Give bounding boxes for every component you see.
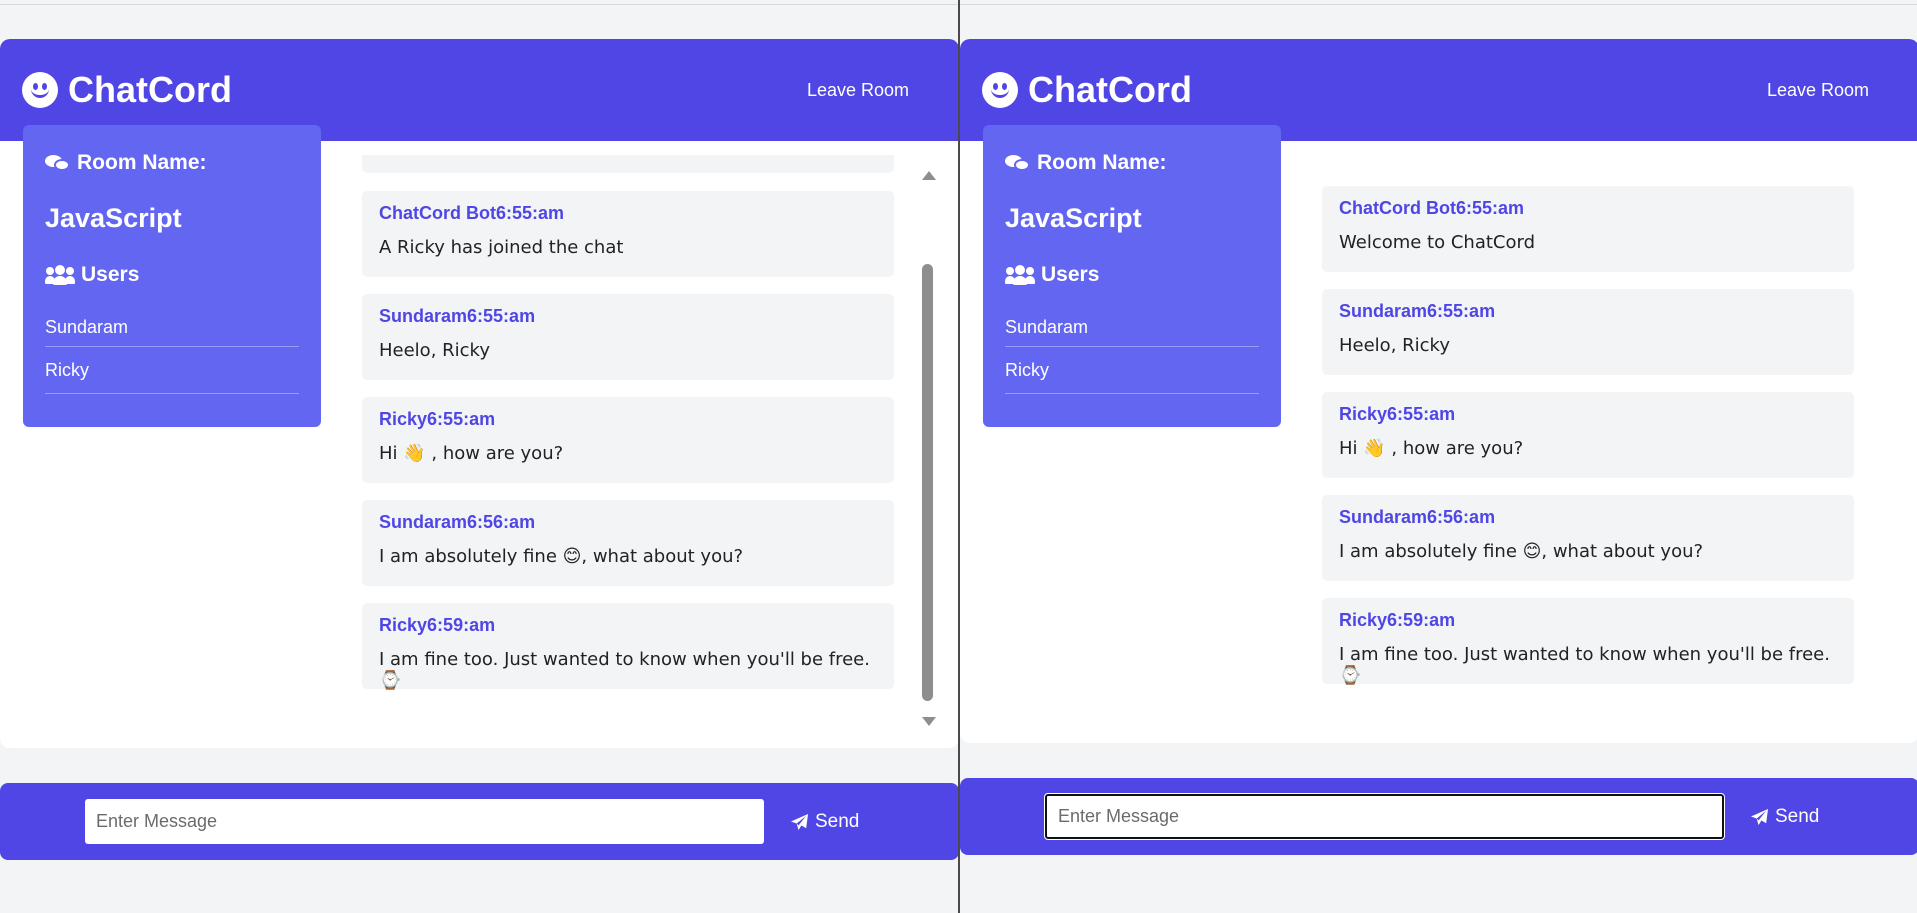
message-text: Welcome to ChatCord (1339, 232, 1536, 253)
message-time: 6:59:am (427, 615, 496, 635)
message-meta: ChatCord Bot6:55:am (379, 203, 877, 227)
message-time: 6:55:am (467, 306, 536, 326)
messages-scrollbar[interactable] (916, 163, 940, 726)
send-button[interactable]: Send (1744, 798, 1825, 836)
message-meta: Ricky6:59:am (1339, 610, 1837, 634)
message-time: 6:56:am (1427, 507, 1496, 527)
message-text: Hi 👋 , how are you? (1339, 438, 1524, 459)
brand-title: ChatCord (1028, 69, 1192, 110)
user-list: Sundaram Ricky (45, 307, 299, 394)
message-user: Sundaram (1339, 301, 1428, 321)
message-text: Hi 👋 , how are you? (379, 443, 564, 464)
chat-window-left: ChatCord Leave Room Room Name: JavaScrip… (0, 0, 959, 913)
users-heading-label: Users (81, 263, 140, 286)
message-user: Sundaram (379, 512, 468, 532)
room-heading: Room Name: (1005, 149, 1259, 177)
message-text: Heelo, Ricky (379, 340, 490, 361)
message-meta: Ricky6:59:am (379, 615, 877, 639)
users-icon (45, 265, 75, 285)
user-list-item: Ricky (1005, 347, 1259, 394)
chat-messages[interactable]: ChatCord Bot6:55:am A Ricky has joined t… (362, 191, 894, 751)
message-meta: Ricky6:55:am (379, 409, 877, 433)
message-time: 6:55:am (1455, 198, 1525, 218)
message-user: Ricky (1339, 404, 1388, 424)
send-button[interactable]: Send (784, 803, 865, 841)
message: Sundaram6:56:am I am absolutely fine 😊, … (362, 500, 894, 586)
message: ChatCord Bot6:55:am Welcome to ChatCord (1322, 186, 1854, 272)
message: Ricky6:59:am I am fine too. Just wanted … (362, 603, 894, 691)
message-meta: Sundaram6:56:am (1339, 507, 1837, 531)
paper-plane-icon (1750, 808, 1769, 827)
message-user: Sundaram (1339, 507, 1428, 527)
message-text: I am absolutely fine 😊, what about you? (1339, 541, 1704, 562)
message-text: I am fine too. Just wanted to know when … (379, 649, 870, 691)
message-user: Ricky (379, 409, 428, 429)
message-text: I am fine too. Just wanted to know when … (1339, 644, 1830, 686)
message: ChatCord Bot6:55:am A Ricky has joined t… (362, 191, 894, 277)
message: Sundaram6:55:am Heelo, Ricky (1322, 289, 1854, 375)
smile-icon (982, 72, 1018, 108)
scroll-up-arrow-icon[interactable] (922, 171, 936, 180)
message-meta: Sundaram6:55:am (379, 306, 877, 330)
user-list-item: Ricky (45, 347, 299, 394)
message-meta: Sundaram6:55:am (1339, 301, 1837, 325)
message: Ricky6:55:am Hi 👋 , how are you? (362, 397, 894, 483)
brand: ChatCord (22, 69, 232, 111)
scroll-down-arrow-icon[interactable] (922, 717, 936, 726)
message-text: A Ricky has joined the chat (379, 237, 624, 258)
message-meta: Sundaram6:56:am (379, 512, 877, 536)
message: Ricky6:59:am I am fine too. Just wanted … (1322, 598, 1854, 686)
room-name: JavaScript (45, 203, 182, 233)
message-input[interactable] (85, 799, 764, 844)
leave-room-button[interactable]: Leave Room (801, 79, 915, 102)
room-name: JavaScript (1005, 203, 1142, 233)
message-time: 6:56:am (467, 512, 536, 532)
message-user: ChatCord Bot (1339, 198, 1456, 218)
chat-form-container: Send (0, 783, 959, 860)
chat-sidebar: Room Name: JavaScript Users Sundaram Ric… (983, 125, 1281, 427)
chat-messages[interactable]: ChatCord Bot6:55:am Welcome to ChatCord … (1322, 186, 1854, 686)
message: Sundaram6:56:am I am absolutely fine 😊, … (1322, 495, 1854, 581)
message-text: I am absolutely fine 😊, what about you? (379, 546, 744, 567)
comments-icon (1005, 153, 1031, 173)
send-label: Send (815, 811, 860, 832)
scroll-thumb[interactable] (922, 264, 933, 701)
message-meta: ChatCord Bot6:55:am (1339, 198, 1837, 222)
user-list: Sundaram Ricky (1005, 307, 1259, 394)
message-time: 6:55:am (1387, 404, 1456, 424)
smile-icon (22, 72, 58, 108)
message-time: 6:55:am (1427, 301, 1496, 321)
brand-title: ChatCord (68, 69, 232, 110)
message: Ricky6:55:am Hi 👋 , how are you? (1322, 392, 1854, 478)
message-time: 6:55:am (495, 203, 565, 223)
comments-icon (45, 153, 71, 173)
users-heading: Users (1005, 261, 1259, 289)
paper-plane-icon (790, 813, 809, 832)
message-user: Ricky (1339, 610, 1388, 630)
room-heading-label: Room Name: (1037, 151, 1167, 174)
users-icon (1005, 265, 1035, 285)
users-heading: Users (45, 261, 299, 289)
message-user: Ricky (379, 615, 428, 635)
previous-message-edge (362, 155, 894, 173)
leave-room-button[interactable]: Leave Room (1761, 79, 1875, 102)
message-meta: Ricky6:55:am (1339, 404, 1837, 428)
message-time: 6:59:am (1387, 610, 1456, 630)
message-user: ChatCord Bot (379, 203, 496, 223)
message-user: Sundaram (379, 306, 468, 326)
send-label: Send (1775, 806, 1820, 827)
message-time: 6:55:am (427, 409, 496, 429)
user-list-item: Sundaram (45, 307, 299, 347)
message-text: Heelo, Ricky (1339, 335, 1450, 356)
user-list-item: Sundaram (1005, 307, 1259, 347)
chat-form-container: Send (960, 778, 1917, 855)
room-heading-label: Room Name: (77, 151, 207, 174)
brand: ChatCord (982, 69, 1192, 111)
chat-window-right: ChatCord Leave Room Room Name: JavaScrip… (960, 0, 1917, 913)
users-heading-label: Users (1041, 263, 1100, 286)
room-heading: Room Name: (45, 149, 299, 177)
message: Sundaram6:55:am Heelo, Ricky (362, 294, 894, 380)
message-input[interactable] (1044, 793, 1725, 840)
chat-sidebar: Room Name: JavaScript Users Sundaram Ric… (23, 125, 321, 427)
